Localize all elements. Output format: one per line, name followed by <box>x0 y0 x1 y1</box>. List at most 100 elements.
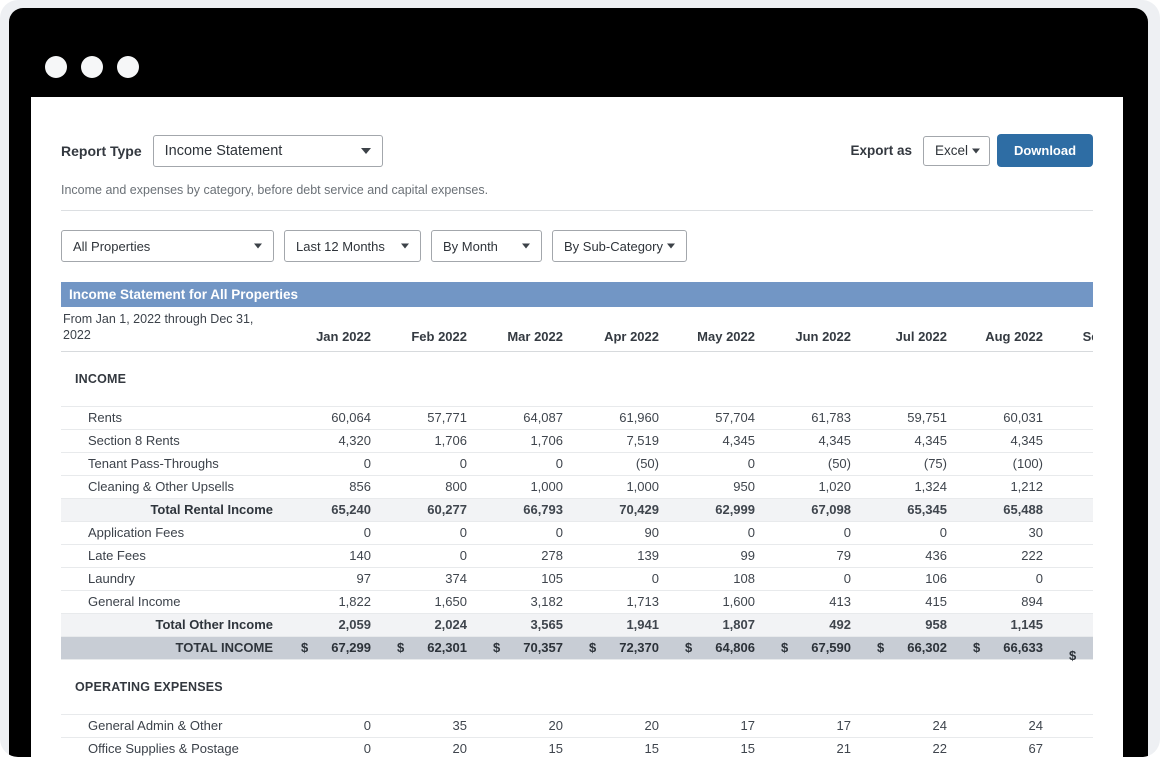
cell-value: 0 <box>475 452 571 476</box>
cell-value: 856 <box>283 475 379 499</box>
download-button[interactable]: Download <box>997 134 1093 167</box>
cell-value: 0 <box>667 452 763 476</box>
cell-value: 1,145 <box>955 613 1051 637</box>
cell-value: 7,519 <box>571 429 667 453</box>
cell-value <box>1051 713 1093 738</box>
cell-value <box>1051 521 1093 545</box>
row-label: Total Other Income <box>61 613 283 637</box>
column-header-month: Aug 2022 <box>955 307 1051 352</box>
cell-value: 20 <box>475 713 571 738</box>
cell-value: 0 <box>763 567 859 591</box>
date-range-filter-value: Last 12 Months <box>296 238 385 254</box>
cell-value: 0 <box>283 713 379 738</box>
period-filter-select[interactable]: By Month <box>431 230 542 262</box>
cell-value: 222 <box>955 544 1051 568</box>
cell-value: 67,098 <box>763 498 859 522</box>
chevron-down-icon <box>254 243 262 249</box>
currency-symbol: $ <box>589 640 597 655</box>
cell-value: 3,565 <box>475 613 571 637</box>
cell-value: $66,302 <box>859 636 955 660</box>
cell-value: 15 <box>571 737 667 757</box>
table-row: Tenant Pass-Throughs 0 0 0 (50) 0 (50) (75) (100… <box>61 452 1093 476</box>
export-format-value: Excel <box>935 143 969 158</box>
divider <box>61 210 1093 211</box>
cell-value: 22 <box>859 737 955 757</box>
cell-value: (50) <box>763 452 859 476</box>
cell-value: 492 <box>763 613 859 637</box>
report-type-select[interactable]: Income Statement <box>152 134 383 167</box>
cell-value: 950 <box>667 475 763 499</box>
row-label: Rents <box>61 405 283 430</box>
cell-value: 62,999 <box>667 498 763 522</box>
chevron-down-icon <box>522 243 530 249</box>
section-title: OPERATING EXPENSES <box>75 679 223 694</box>
cell-value: 65,488 <box>955 498 1051 522</box>
window-control-dot[interactable] <box>117 56 139 78</box>
cell-value: 0 <box>667 521 763 545</box>
column-header-month: Sep 2022 <box>1051 307 1093 352</box>
currency-symbol: $ <box>973 640 981 655</box>
cell-value: 0 <box>475 521 571 545</box>
column-header-month: Apr 2022 <box>571 307 667 352</box>
row-label: Office Supplies & Postage <box>61 737 283 757</box>
cell-value: 4,345 <box>667 429 763 453</box>
window-controls <box>45 56 139 78</box>
cell-value: 79 <box>763 544 859 568</box>
cell-value: 1,020 <box>763 475 859 499</box>
report-toolbar: Report Type Income Statement Export as E… <box>61 134 1093 167</box>
currency-symbol: $ <box>397 640 405 655</box>
column-header-month: May 2022 <box>667 307 763 352</box>
cell-value: (75) <box>859 452 955 476</box>
category-filter-value: By Sub-Category <box>564 238 663 254</box>
currency-symbol: $ <box>781 640 789 655</box>
cell-value: 59,751 <box>859 405 955 430</box>
cell-value: 57,771 <box>379 405 475 430</box>
column-header-month: Feb 2022 <box>379 307 475 352</box>
date-range-filter-select[interactable]: Last 12 Months <box>284 230 421 262</box>
income-statement-table: From Jan 1, 2022 through Dec 31, 2022 Ja… <box>61 307 1093 757</box>
cell-value <box>1051 737 1093 757</box>
statement-table-container: From Jan 1, 2022 through Dec 31, 2022 Ja… <box>61 307 1093 757</box>
cell-value: 106 <box>859 567 955 591</box>
cell-value: 4,320 <box>283 429 379 453</box>
chevron-down-icon <box>972 148 980 153</box>
properties-filter-select[interactable]: All Properties <box>61 230 274 262</box>
table-row: Application Fees 0 0 0 90 0 0 0 30 <box>61 521 1093 545</box>
cell-value <box>1051 429 1093 453</box>
cell-value: 800 <box>379 475 475 499</box>
cell-value: 0 <box>955 567 1051 591</box>
cell-value: 1,324 <box>859 475 955 499</box>
category-filter-select[interactable]: By Sub-Category <box>552 230 687 262</box>
window-control-dot[interactable] <box>45 56 67 78</box>
cell-value: 21 <box>763 737 859 757</box>
column-header-month: Mar 2022 <box>475 307 571 352</box>
row-label: Total Rental Income <box>61 498 283 522</box>
cell-value: 97 <box>283 567 379 591</box>
cell-value: 60,064 <box>283 405 379 430</box>
cell-value: 413 <box>763 590 859 614</box>
cell-value: 1,706 <box>379 429 475 453</box>
window-control-dot[interactable] <box>81 56 103 78</box>
table-row: Section 8 Rents 4,320 1,706 1,706 7,519 4,345… <box>61 429 1093 453</box>
table-row: Cleaning & Other Upsells 856 800 1,000 1,000… <box>61 475 1093 499</box>
cell-value: 1,706 <box>475 429 571 453</box>
table-row: Office Supplies & Postage 0 20 15 15 15 21 22 67 <box>61 737 1093 757</box>
section-title: INCOME <box>75 371 127 386</box>
cell-value: 70,429 <box>571 498 667 522</box>
page-background: Report Type Income Statement Export as E… <box>0 0 1160 757</box>
currency-symbol: $ <box>685 640 693 655</box>
cell-value <box>1051 452 1093 476</box>
cell-value: 1,600 <box>667 590 763 614</box>
report-page: Report Type Income Statement Export as E… <box>31 97 1123 757</box>
cell-value: 374 <box>379 567 475 591</box>
cell-value: 436 <box>859 544 955 568</box>
cell-value: 1,807 <box>667 613 763 637</box>
cell-value: (50) <box>571 452 667 476</box>
cell-value: 1,822 <box>283 590 379 614</box>
export-format-select[interactable]: Excel <box>923 135 990 166</box>
column-header-row: From Jan 1, 2022 through Dec 31, 2022 Ja… <box>61 307 1093 352</box>
cell-value: 20 <box>379 737 475 757</box>
cell-value: 17 <box>667 713 763 738</box>
cell-value: 20 <box>571 713 667 738</box>
row-label: Tenant Pass-Throughs <box>61 452 283 476</box>
